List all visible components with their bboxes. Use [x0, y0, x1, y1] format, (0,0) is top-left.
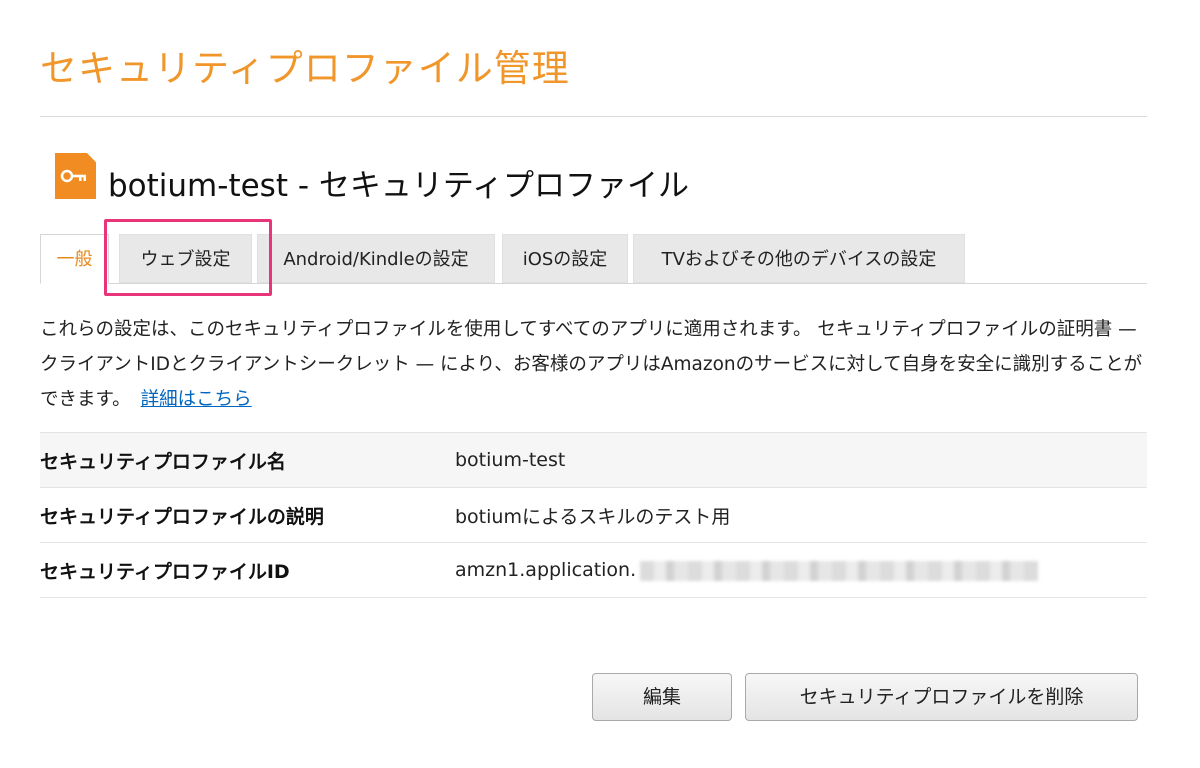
tab-android-kindle-settings[interactable]: Android/Kindleの設定: [257, 234, 495, 283]
page-title: セキュリティプロファイル管理: [40, 47, 570, 90]
profile-id-label: セキュリティプロファイルID: [40, 560, 290, 583]
tab-general[interactable]: 一般: [40, 234, 109, 284]
redacted-id: [640, 560, 1039, 581]
delete-profile-button[interactable]: セキュリティプロファイルを削除: [745, 673, 1138, 721]
profile-details-table: セキュリティプロファイル名 botium-test セキュリティプロファイルの説…: [40, 432, 1147, 598]
settings-description: これらの設定は、このセキュリティプロファイルを使用してすべてのアプリに適用されま…: [40, 312, 1148, 417]
profile-id-value: amzn1.application.: [455, 559, 637, 581]
tab-web-settings[interactable]: ウェブ設定: [119, 234, 252, 283]
profile-id-cell: amzn1.application.: [455, 543, 1147, 598]
profile-heading: botium-test - セキュリティプロファイル: [108, 168, 690, 204]
table-row: セキュリティプロファイルID amzn1.application.: [40, 543, 1147, 598]
table-row: セキュリティプロファイル名 botium-test: [40, 432, 1147, 488]
learn-more-link[interactable]: 詳細はこちら: [141, 389, 252, 410]
tab-tv-other-devices-settings[interactable]: TVおよびその他のデバイスの設定: [633, 234, 965, 283]
table-row: セキュリティプロファイルの説明 botiumによるスキルのテスト用: [40, 488, 1147, 543]
profile-name-value: botium-test: [455, 449, 566, 471]
profile-description-label: セキュリティプロファイルの説明: [40, 505, 324, 528]
edit-button[interactable]: 編集: [592, 673, 732, 721]
profile-name-label: セキュリティプロファイル名: [40, 450, 286, 473]
key-icon: [55, 153, 96, 199]
profile-description-value: botiumによるスキルのテスト用: [455, 505, 731, 528]
tab-ios-settings[interactable]: iOSの設定: [502, 234, 628, 283]
title-divider: [40, 116, 1147, 117]
tab-bar: 一般 ウェブ設定 Android/Kindleの設定 iOSの設定 TVおよびそ…: [40, 234, 1147, 284]
